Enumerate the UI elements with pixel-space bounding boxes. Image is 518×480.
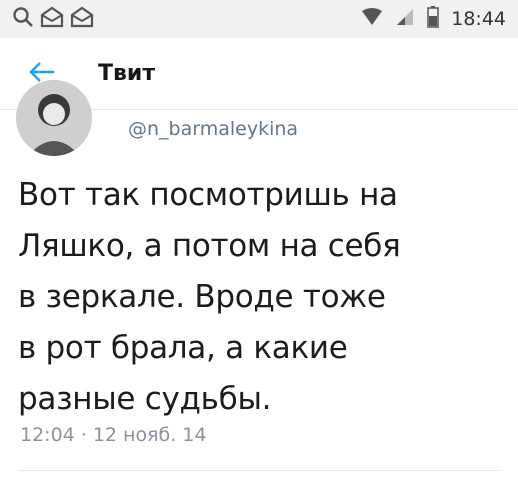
tweet-text-line: Ляшко, а потом на себя (18, 228, 401, 264)
user-handle[interactable]: @n_barmaleykina (128, 118, 298, 140)
tweet-detail: @n_barmaleykina Вот так посмотришь на Ля… (0, 80, 518, 480)
signal-icon (395, 8, 415, 30)
system-indicators: 18:44 (361, 6, 506, 32)
tweet-text-line: в рот брала, а какие (18, 330, 348, 366)
mail-icon (40, 6, 64, 32)
battery-icon (427, 6, 439, 32)
avatar[interactable] (16, 80, 92, 156)
tweet-text-line: Вот так посмотришь на (18, 177, 398, 213)
tweet-text-line: в зеркале. Вроде тоже (18, 279, 386, 315)
wifi-icon (361, 8, 383, 30)
mail-icon (70, 6, 94, 32)
divider (18, 470, 500, 471)
tweet-date: 12 нояб. 14 (92, 424, 207, 446)
search-icon (12, 6, 34, 32)
tweet-time: 12:04 (20, 424, 75, 446)
status-time: 18:44 (451, 8, 506, 30)
tweet-text-line: разные судьбы. (18, 381, 272, 417)
tweet-timestamp: 12:04 · 12 нояб. 14 (20, 424, 206, 446)
notification-icons (12, 6, 94, 32)
timestamp-separator: · (80, 424, 87, 446)
status-bar: 18:44 (0, 0, 518, 38)
page-title: Твит (98, 61, 156, 86)
tweet-text: Вот так посмотришь на Ляшко, а потом на … (18, 170, 508, 425)
